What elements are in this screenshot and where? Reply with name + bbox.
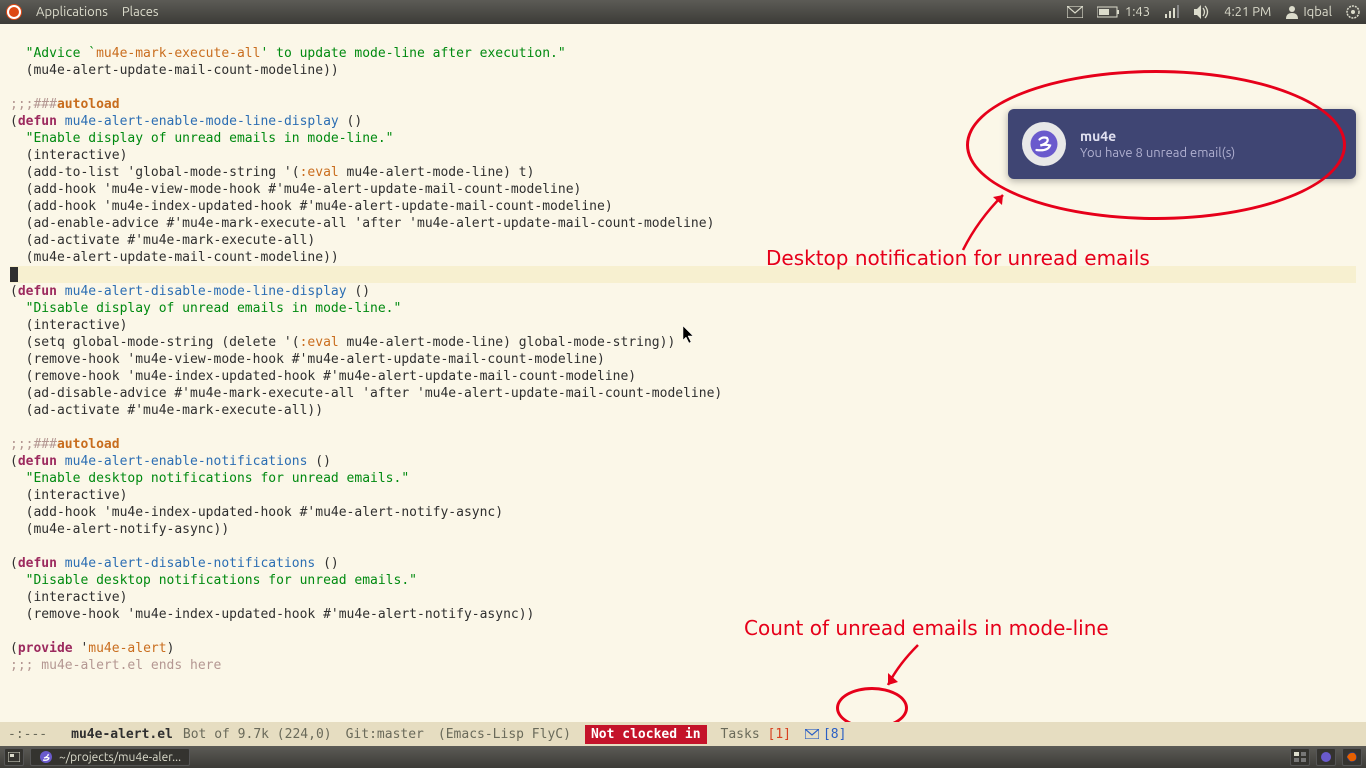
notification-body: You have 8 unread email(s)	[1080, 146, 1235, 160]
tray-emacs-icon[interactable]	[1316, 748, 1336, 766]
user-name: Iqbal	[1303, 5, 1332, 19]
tray-workspace-icon[interactable]	[1290, 748, 1310, 766]
show-desktop-icon[interactable]	[4, 748, 24, 766]
taskbar-item-emacs[interactable]: ~/projects/mu4e-aler...	[30, 748, 190, 766]
clock[interactable]: 4:21 PM	[1224, 5, 1271, 19]
tray-firefox-icon[interactable]	[1342, 748, 1362, 766]
modeline-clock[interactable]: Not clocked in	[585, 725, 707, 744]
notification-title: mu4e	[1080, 128, 1235, 144]
battery-time: 1:43	[1125, 5, 1150, 19]
emacs-icon	[1022, 122, 1066, 166]
emacs-icon	[39, 750, 53, 764]
user-menu[interactable]: Iqbal	[1285, 5, 1332, 19]
modeline-mail-count[interactable]: [8]	[805, 727, 846, 742]
bottom-panel: ~/projects/mu4e-aler...	[0, 746, 1366, 768]
menu-places[interactable]: Places	[122, 5, 159, 19]
taskbar-item-label: ~/projects/mu4e-aler...	[59, 751, 181, 764]
modeline-tasks[interactable]: Tasks [1]	[721, 727, 791, 742]
network-icon[interactable]	[1164, 5, 1180, 19]
modeline-buffer-name[interactable]: mu4e-alert.el	[71, 727, 173, 742]
desktop-notification[interactable]: mu4e You have 8 unread email(s)	[1008, 109, 1356, 179]
mail-icon[interactable]	[1067, 6, 1083, 18]
volume-icon[interactable]	[1194, 5, 1210, 19]
mail-icon	[805, 729, 819, 739]
emacs-modeline: -:--- mu4e-alert.el Bot of 9.7k (224,0) …	[0, 722, 1366, 746]
ubuntu-logo-icon[interactable]	[6, 4, 22, 20]
top-panel: Applications Places 1:43 4:21 PM Iqbal	[0, 0, 1366, 24]
gear-icon[interactable]	[1346, 5, 1360, 19]
modeline-vc: Git:master	[346, 727, 424, 742]
modeline-state: -:---	[8, 727, 47, 742]
menu-applications[interactable]: Applications	[36, 5, 108, 19]
modeline-position: Bot of 9.7k (224,0)	[183, 727, 332, 742]
battery-icon[interactable]: 1:43	[1097, 5, 1150, 19]
modeline-modes: (Emacs-Lisp FlyC)	[438, 727, 571, 742]
